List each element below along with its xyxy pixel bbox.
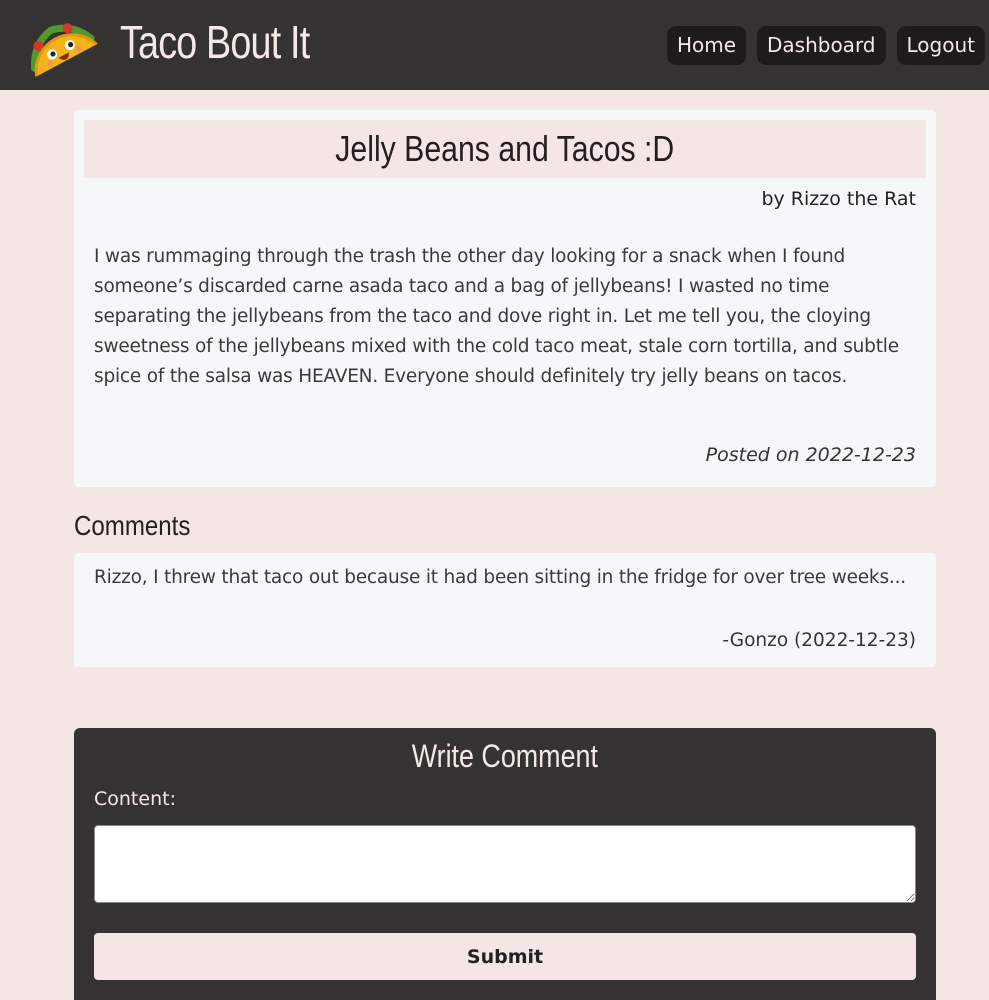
post-title: Jelly Beans and Tacos :D	[335, 128, 675, 169]
comment-text: Rizzo, I threw that taco out because it …	[94, 567, 906, 588]
nav-home-button[interactable]: Home	[666, 26, 746, 65]
write-comment-form: Write Comment Content: Submit	[74, 728, 936, 1000]
comments-heading: Comments	[74, 510, 191, 541]
post-title-bar: Jelly Beans and Tacos :D	[84, 120, 926, 178]
form-heading-text: Write Comment	[411, 738, 599, 774]
post-author: by Rizzo the Rat	[761, 188, 916, 210]
comment-meta: -Gonzo (2022-12-23)	[722, 630, 916, 651]
taco-icon[interactable]	[18, 10, 102, 80]
content-label: Content:	[94, 788, 176, 810]
site-header: Taco Bout It Home Dashboard Logout	[0, 0, 989, 90]
nav-dashboard-button[interactable]: Dashboard	[757, 26, 886, 65]
main-nav: Home Dashboard Logout	[666, 26, 985, 65]
comment-content-field[interactable]	[94, 825, 916, 903]
nav-logout-button[interactable]: Logout	[896, 26, 985, 65]
post-body: I was rummaging through the trash the ot…	[94, 246, 899, 387]
site-title[interactable]: Taco Bout It	[120, 14, 310, 70]
comment-card: Rizzo, I threw that taco out because it …	[74, 553, 936, 667]
post-date: Posted on 2022-12-23	[705, 444, 916, 466]
form-heading: Write Comment	[74, 736, 936, 776]
post-card: Jelly Beans and Tacos :D by Rizzo the Ra…	[74, 110, 936, 487]
submit-button[interactable]: Submit	[94, 933, 916, 980]
